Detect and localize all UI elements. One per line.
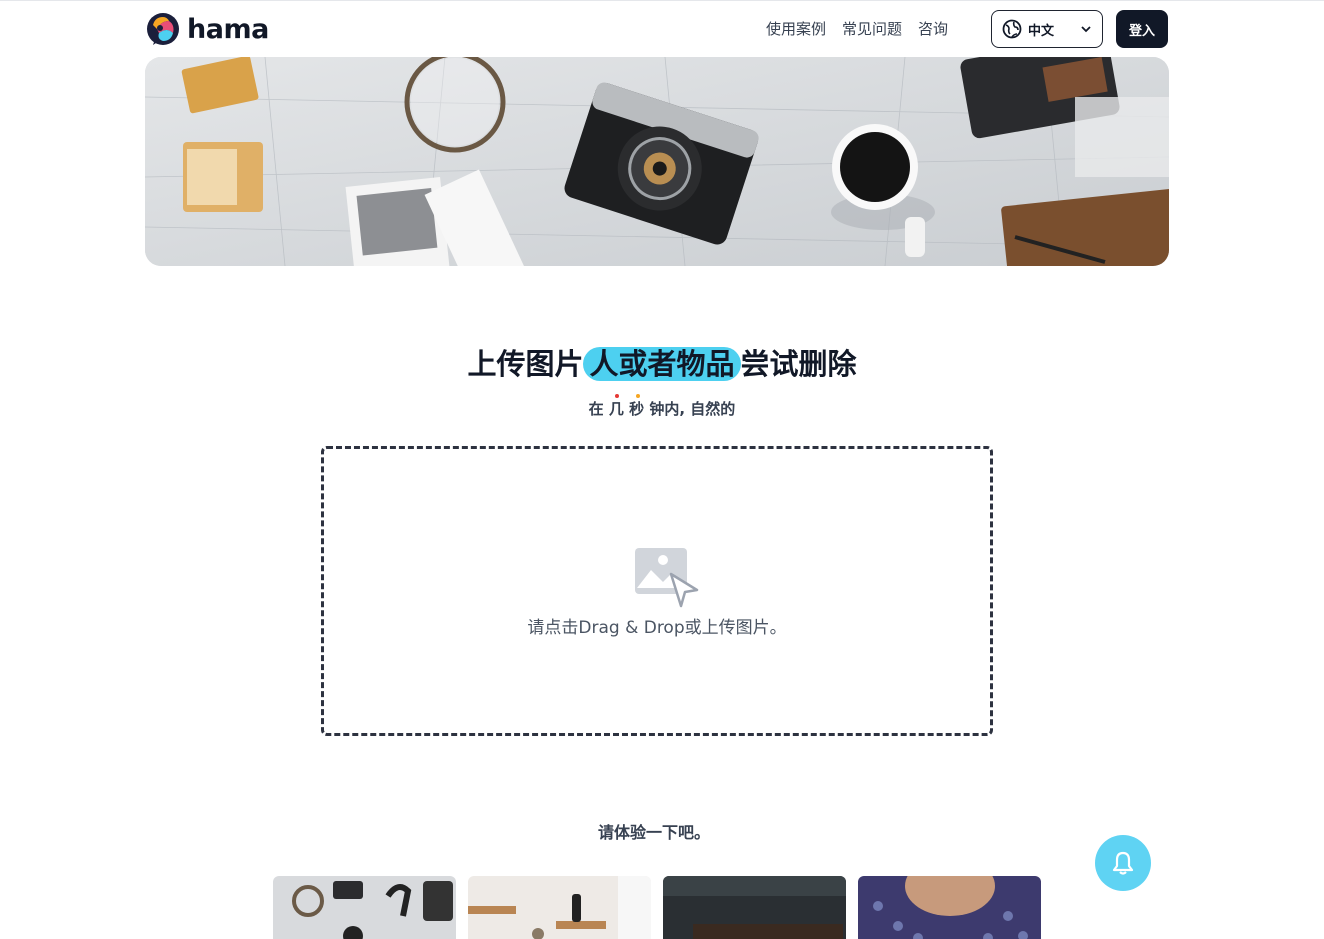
dropzone-text: 请点击Drag & Drop或上传图片。 <box>527 618 787 638</box>
logo[interactable]: hama <box>145 11 269 47</box>
sample-images <box>273 876 1041 939</box>
nav-contact[interactable]: 咨询 <box>918 17 948 41</box>
sample-image-1[interactable] <box>273 876 456 939</box>
emphasis-dot-red <box>614 394 619 398</box>
image-upload-icon <box>635 548 699 608</box>
subtitle-before: 在 <box>588 400 604 418</box>
subtitle-emphasis-wrap: 几 秒 <box>608 394 649 418</box>
title-before: 上传图片 <box>467 347 584 381</box>
nav-faq[interactable]: 常见问题 <box>842 17 902 41</box>
sample-image-4[interactable] <box>858 876 1041 939</box>
nav-use-cases[interactable]: 使用案例 <box>766 17 826 41</box>
subtitle-emphasis: 几 秒 <box>608 400 645 418</box>
top-border <box>0 0 1324 1</box>
login-button[interactable]: 登入 <box>1116 10 1168 48</box>
emphasis-dot-orange <box>635 394 640 398</box>
language-selected: 中文 <box>1028 23 1055 39</box>
page-subtitle: 在 几 秒 钟内, 自然的 <box>0 394 1324 419</box>
subtitle-after: 钟内, 自然的 <box>649 400 736 418</box>
globe-icon <box>1002 19 1022 39</box>
sample-image-3[interactable] <box>663 876 846 939</box>
title-highlight: 人或者物品 <box>583 347 741 381</box>
language-select[interactable]: 中文 <box>991 10 1103 48</box>
main-nav: 使用案例 常见问题 咨询 <box>766 17 948 41</box>
brand-name: hama <box>187 13 269 45</box>
page-title: 上传图片 人或者物品 尝试删除 <box>0 343 1324 385</box>
notification-button[interactable] <box>1095 835 1151 891</box>
upload-dropzone[interactable]: 请点击Drag & Drop或上传图片。 <box>321 446 993 736</box>
bell-icon <box>1112 851 1134 875</box>
chevron-down-icon <box>1081 26 1091 33</box>
hero-banner-image <box>145 57 1169 266</box>
sample-image-2[interactable] <box>468 876 651 939</box>
title-after: 尝试删除 <box>740 347 857 381</box>
hama-logo-icon <box>147 13 179 45</box>
